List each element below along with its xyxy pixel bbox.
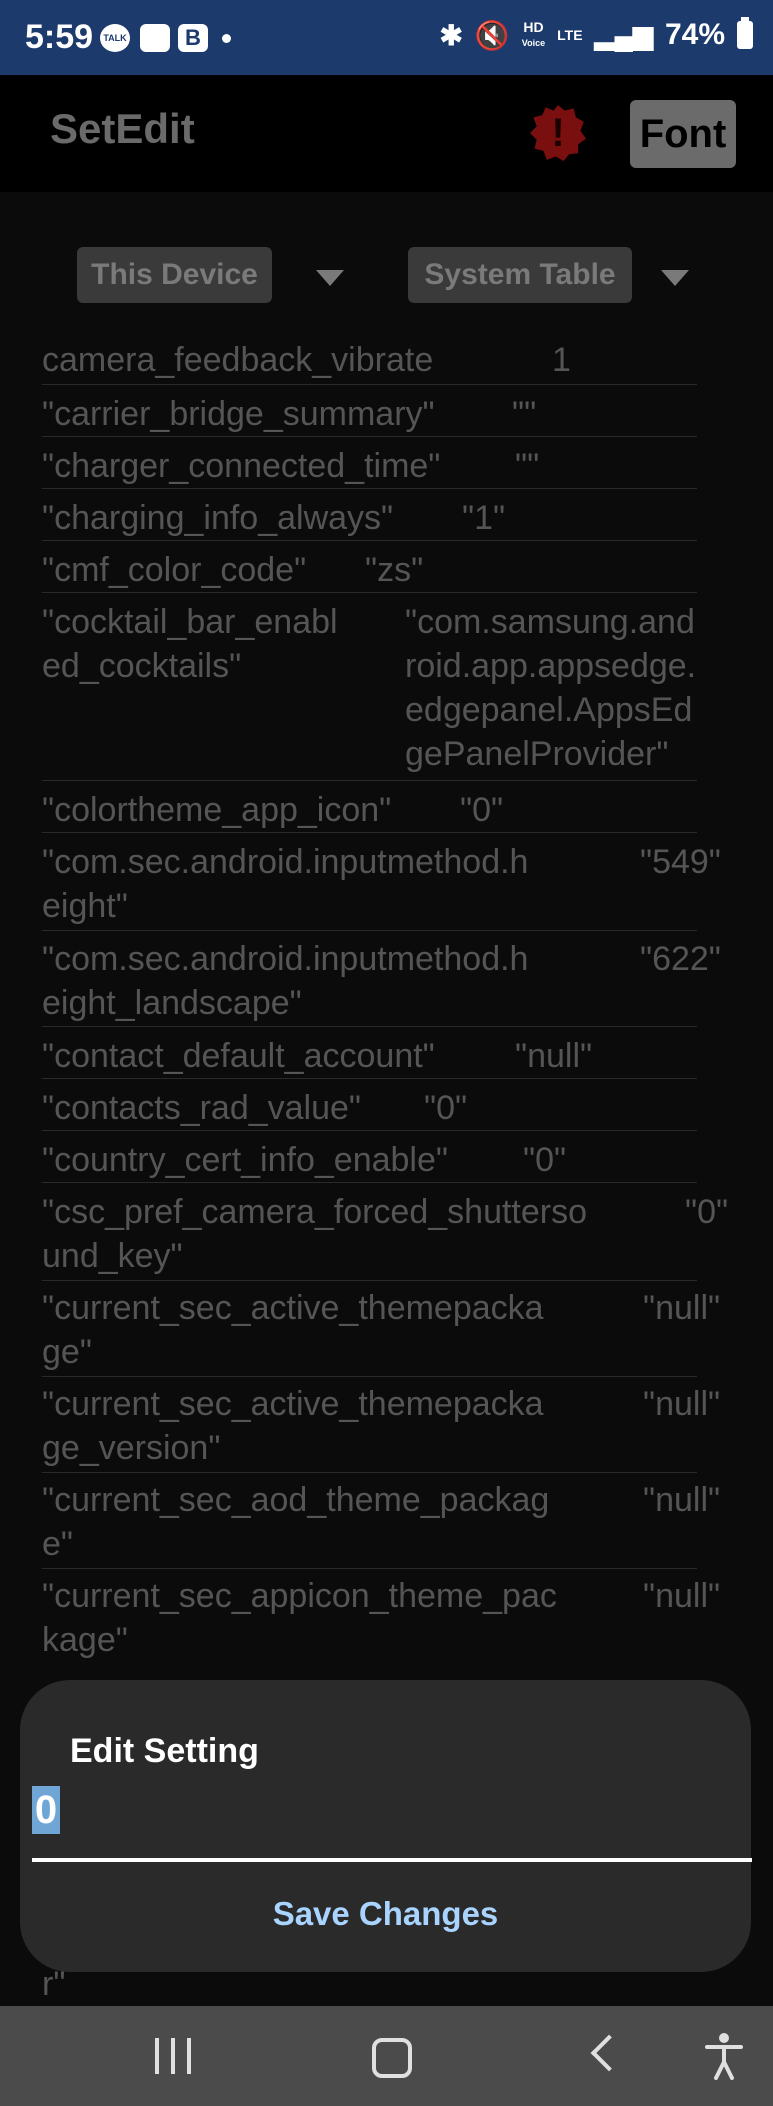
setting-value: "0" [460,791,504,829]
divider [42,1026,697,1027]
setting-value: "" [512,395,537,433]
mute-icon: 🔇 [474,19,510,51]
device-dropdown-arrow-icon[interactable] [316,270,344,286]
setting-value: "null" [515,1037,593,1075]
status-icons: ✱ 🔇 HD Voice LTE ▂▄▆ 74% [439,17,753,52]
setting-value: "1" [462,499,506,537]
divider [42,540,697,541]
setting-key: "colortheme_app_icon" [42,791,392,829]
gallery-notification-icon [140,24,170,52]
lte-icon: LTE [557,27,583,43]
setting-key: "csc_pref_camera_forced_shutterso und_ke… [42,1193,588,1275]
setting-row[interactable]: "current_sec_aod_theme_packag e" "null" [0,1478,773,1566]
divider [42,488,697,489]
table-dropdown-arrow-icon[interactable] [661,270,689,286]
more-notifications-dot-icon [222,34,231,43]
setting-row[interactable]: "current_sec_appicon_theme_pac kage" "nu… [0,1574,773,1662]
setting-value: "0" [424,1089,468,1127]
setting-row[interactable]: "current_sec_active_themepacka ge" "null… [0,1286,773,1374]
input-underline [32,1858,752,1862]
setting-key: camera_feedback_vibrate [42,341,434,379]
setting-row[interactable]: "cocktail_bar_enabl ed_cocktails" "com.s… [0,600,773,776]
talk-notification-icon: TALK [100,24,130,52]
app-title: SetEdit [50,105,195,152]
navigation-bar [0,2006,773,2106]
bluetooth-icon: ✱ [439,19,463,51]
divider [42,1472,697,1473]
dialog-title: Edit Setting [70,1732,259,1770]
setting-value: "0" [685,1193,729,1231]
device-selector[interactable]: This Device [77,247,272,303]
divider [42,1130,697,1131]
setting-key: "cocktail_bar_enabl ed_cocktails" [42,603,338,685]
setting-row[interactable]: "com.sec.android.inputmethod.h eight" "5… [0,840,773,928]
divider [42,592,697,593]
setting-value: "null" [643,1577,721,1615]
setting-key: "current_sec_active_themepacka ge" [42,1289,544,1371]
setting-row[interactable]: "com.sec.android.inputmethod.h eight_lan… [0,937,773,1025]
setting-value: 1 [552,341,571,379]
divider [42,832,697,833]
recents-icon[interactable] [155,2038,191,2074]
b-app-notification-icon: B [178,24,208,52]
home-icon[interactable] [372,2038,412,2078]
setting-key: "com.sec.android.inputmethod.h eight" [42,843,529,925]
setting-key: "country_cert_info_enable" [42,1141,448,1179]
divider [42,1182,697,1183]
partial-list-text: r" [42,1965,66,2003]
setting-value: "622" [640,940,721,978]
setting-value: "549" [640,843,721,881]
battery-percent: 74% [664,18,725,51]
setting-key: "contacts_rad_value" [42,1089,361,1127]
setting-value-input[interactable]: 0 [32,1778,732,1840]
divider [42,436,697,437]
setting-value: "" [515,447,540,485]
setting-value: "null" [643,1385,721,1423]
divider [42,1078,697,1079]
edit-setting-dialog: Edit Setting 0 Save Changes [20,1680,752,1972]
setting-key: "cmf_color_code" [42,551,307,589]
setting-key: "com.sec.android.inputmethod.h eight_lan… [42,940,529,1022]
font-button[interactable]: Font [630,100,736,168]
divider [42,930,697,931]
setting-value: "zs" [365,551,424,589]
divider [42,1568,697,1569]
back-icon[interactable] [590,2034,628,2072]
table-selector[interactable]: System Table [408,247,632,303]
alert-icon[interactable]: ! [530,105,586,161]
divider [42,1376,697,1377]
accessibility-icon[interactable] [704,2032,744,2080]
status-time: 5:59 [25,18,94,56]
setting-value: "0" [523,1141,567,1179]
setting-key: "contact_default_account" [42,1037,435,1075]
signal-icon: ▂▄▆ [594,19,653,50]
save-changes-button[interactable]: Save Changes [20,1895,751,1933]
divider [42,780,697,781]
setting-row[interactable]: "csc_pref_camera_forced_shutterso und_ke… [0,1190,773,1278]
battery-icon [737,17,753,49]
divider [42,1280,697,1281]
setting-value: "null" [643,1289,721,1327]
setting-value: "com.samsung.and roid.app.appsedge. edge… [405,603,697,773]
setting-key: "charging_info_always" [42,499,394,537]
app-bar: SetEdit ! Font [0,75,773,192]
setting-key: "charger_connected_time" [42,447,441,485]
setting-key: "carrier_bridge_summary" [42,395,435,433]
setting-key: "current_sec_appicon_theme_pac kage" [42,1577,557,1659]
setting-key: "current_sec_active_themepacka ge_versio… [42,1385,544,1467]
setting-row[interactable]: "current_sec_active_themepacka ge_versio… [0,1382,773,1470]
hd-voice-icon: HD Voice [521,19,546,48]
selected-value-text[interactable]: 0 [32,1786,60,1834]
divider [42,384,697,385]
setting-key: "current_sec_aod_theme_packag e" [42,1481,550,1563]
status-bar: 5:59 TALK B ✱ 🔇 HD Voice LTE ▂▄▆ 74% [0,0,773,75]
setting-value: "null" [643,1481,721,1519]
